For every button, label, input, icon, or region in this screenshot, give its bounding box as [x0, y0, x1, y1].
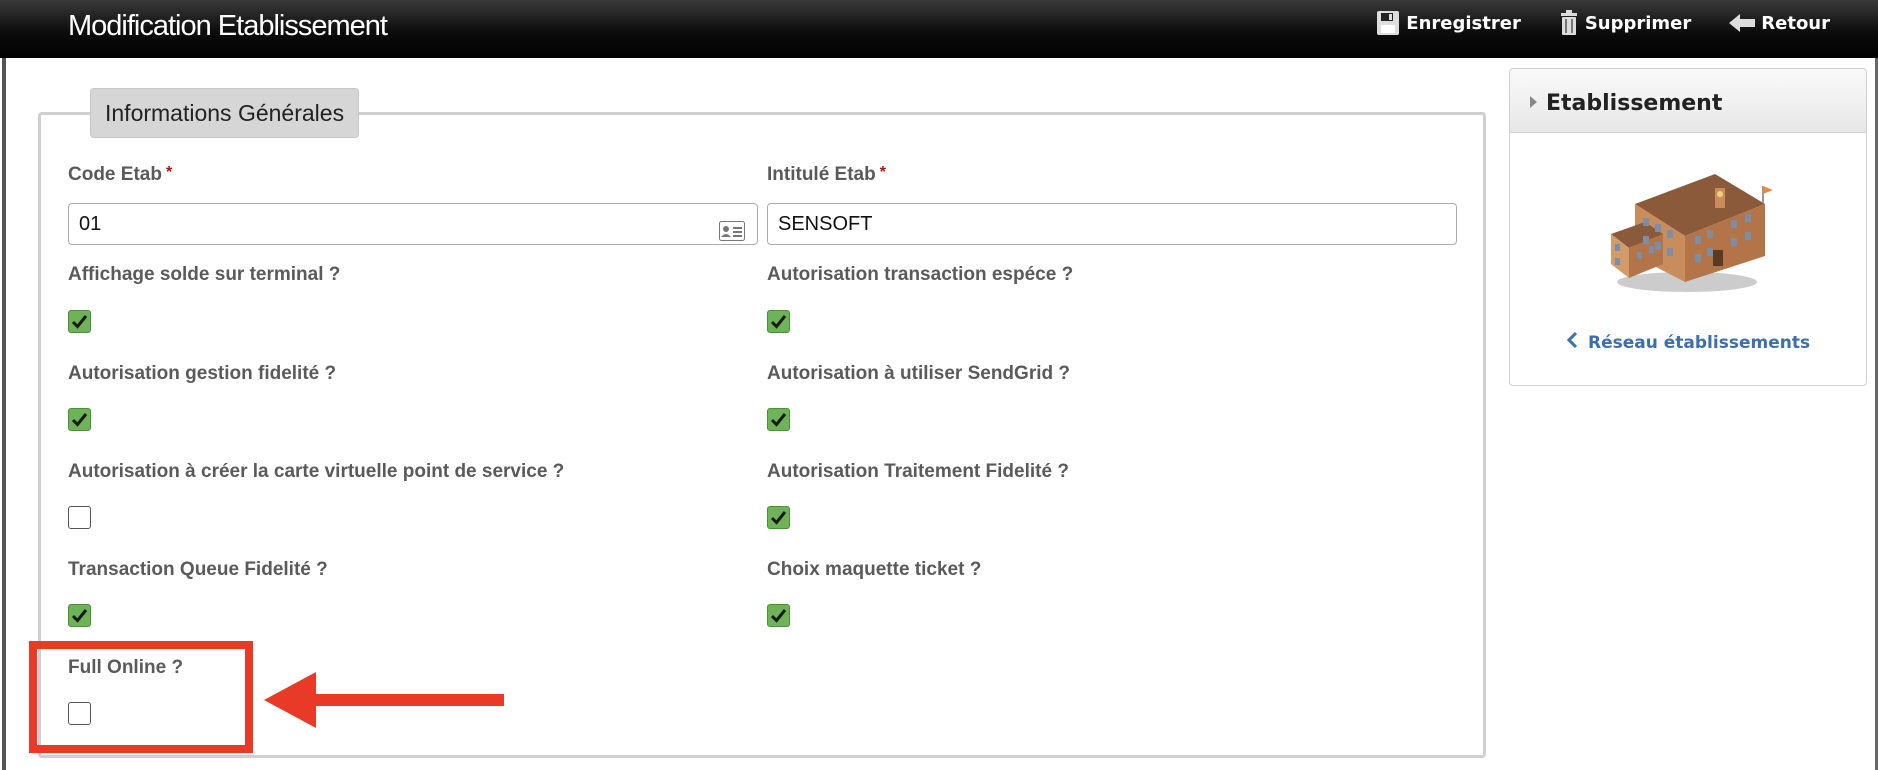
header-actions: Enregistrer Supprimer Retour [1376, 8, 1830, 38]
checkbox-label-transaction-queue: Transaction Queue Fidelité ? [68, 559, 328, 580]
required-mark: * [879, 164, 886, 181]
code-etab-input[interactable]: 01 [68, 203, 758, 245]
checkmark-icon [71, 413, 88, 427]
checkbox-affichage-solde[interactable] [68, 310, 91, 333]
code-etab-label-text: Code Etab [68, 164, 162, 185]
reseau-etablissements-link[interactable]: Réseau établissements [1566, 331, 1810, 354]
checkbox-label-affichage-solde: Affichage solde sur terminal ? [68, 264, 341, 285]
checkbox-transaction-queue[interactable] [68, 604, 91, 627]
intitule-etab-label-text: Intitulé Etab [767, 164, 876, 185]
checkbox-traitement-fidelite[interactable] [767, 506, 790, 529]
intitule-etab-value: SENSOFT [778, 213, 873, 235]
panel-header: Etablissement [1510, 69, 1866, 133]
page-title: Modification Etablissement [68, 10, 388, 42]
checkmark-icon [770, 413, 787, 427]
back-button-label: Retour [1761, 12, 1830, 34]
checkbox-maquette-ticket[interactable] [767, 604, 790, 627]
top-header-bar: Modification Etablissement Enregistrer S… [0, 0, 1878, 58]
reseau-etablissements-label: Réseau établissements [1588, 332, 1811, 353]
checkbox-sendgrid[interactable] [767, 408, 790, 431]
save-button-label: Enregistrer [1406, 12, 1521, 34]
etablissement-panel: Etablissement Réseau établissements [1509, 68, 1867, 386]
chevron-left-icon [1566, 331, 1578, 354]
checkbox-gestion-fidelite[interactable] [68, 408, 91, 431]
checkmark-icon [770, 609, 787, 623]
code-etab-value: 01 [79, 213, 102, 235]
building-icon [1605, 164, 1775, 299]
checkbox-label-carte-virtuelle: Autorisation à créer la carte virtuelle … [68, 461, 565, 482]
checkmark-icon [71, 609, 88, 623]
page-border-left [2, 58, 6, 770]
intitule-etab-input[interactable]: SENSOFT [767, 203, 1457, 245]
panel-title: Etablissement [1546, 91, 1723, 116]
id-card-icon [719, 215, 745, 255]
code-etab-label: Code Etab * [68, 164, 172, 186]
checkbox-label-transaction-espece: Autorisation transaction espéce ? [767, 264, 1074, 285]
back-button[interactable]: Retour [1729, 8, 1830, 38]
annotation-highlight-box [29, 641, 253, 753]
save-icon [1376, 10, 1400, 36]
trash-icon [1559, 10, 1579, 36]
fieldset-legend: Informations Générales [90, 88, 360, 138]
caret-right-icon [1530, 95, 1538, 113]
checkbox-carte-virtuelle[interactable] [68, 506, 91, 529]
checkbox-label-sendgrid: Autorisation à utiliser SendGrid ? [767, 363, 1070, 384]
checkbox-transaction-espece[interactable] [767, 310, 790, 333]
intitule-etab-label: Intitulé Etab * [767, 164, 886, 186]
delete-button-label: Supprimer [1584, 12, 1692, 34]
checkbox-label-maquette-ticket: Choix maquette ticket ? [767, 559, 982, 580]
checkbox-label-traitement-fidelite: Autorisation Traitement Fidelité ? [767, 461, 1069, 482]
required-mark: * [165, 164, 173, 181]
checkmark-icon [770, 511, 787, 525]
checkmark-icon [71, 315, 88, 329]
checkbox-label-gestion-fidelite: Autorisation gestion fidelité ? [68, 363, 337, 384]
back-arrow-icon [1729, 13, 1756, 33]
annotation-arrow [264, 670, 514, 735]
delete-button[interactable]: Supprimer [1559, 8, 1691, 38]
checkmark-icon [770, 315, 787, 329]
save-button[interactable]: Enregistrer [1376, 8, 1521, 38]
